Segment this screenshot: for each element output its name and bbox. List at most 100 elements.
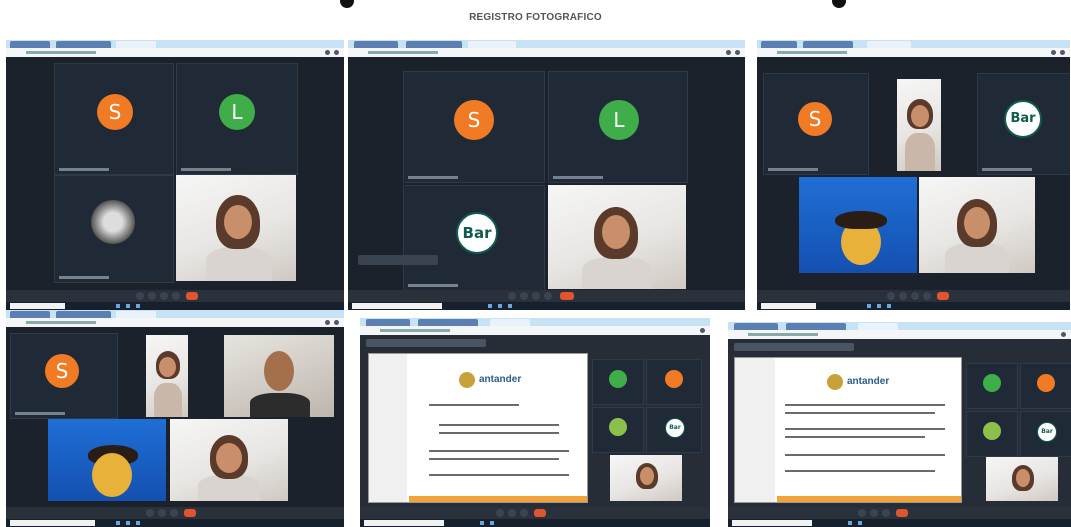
- participant-tile[interactable]: Bar: [403, 185, 545, 291]
- participant-tile[interactable]: S: [10, 333, 118, 419]
- camera-button[interactable]: [887, 292, 895, 300]
- participant-video[interactable]: [146, 335, 188, 417]
- more-button[interactable]: [544, 292, 552, 300]
- camera-button[interactable]: [496, 509, 504, 517]
- participant-tile[interactable]: [592, 407, 644, 453]
- browser-tab-active[interactable]: [468, 41, 516, 48]
- bar-logo-avatar: Bar: [1037, 422, 1057, 442]
- taskbar-search[interactable]: [364, 520, 444, 526]
- participant-tile[interactable]: [1020, 363, 1071, 409]
- screenshot-4: S: [6, 310, 344, 527]
- browser-tab[interactable]: [803, 41, 853, 48]
- mic-button[interactable]: [870, 509, 878, 517]
- meeting-grid: antander Bar: [360, 335, 710, 507]
- meeting-grid: S L Bar: [348, 57, 745, 291]
- participant-tile[interactable]: [966, 363, 1018, 409]
- browser-tab[interactable]: [56, 311, 111, 318]
- browser-tab[interactable]: [418, 319, 478, 326]
- leave-button[interactable]: [534, 509, 546, 517]
- meeting-toolbar: [728, 507, 1071, 519]
- browser-tab-bar: [757, 40, 1070, 48]
- participant-video[interactable]: [48, 419, 166, 501]
- share-button[interactable]: [520, 509, 528, 517]
- browser-tab[interactable]: [734, 323, 778, 330]
- participant-tile[interactable]: Bar: [1020, 411, 1071, 457]
- mic-icon: [340, 0, 354, 8]
- participant-video[interactable]: [548, 185, 686, 289]
- participant-video[interactable]: [224, 335, 334, 417]
- participant-video[interactable]: [170, 419, 288, 501]
- leave-button[interactable]: [560, 292, 574, 300]
- browser-tab-active[interactable]: [858, 323, 898, 330]
- taskbar: [757, 302, 1070, 310]
- taskbar: [360, 519, 710, 527]
- participant-video[interactable]: [176, 175, 296, 281]
- avatar: [609, 370, 627, 388]
- browser-tab[interactable]: [56, 41, 111, 48]
- taskbar-search[interactable]: [732, 520, 812, 526]
- mic-button[interactable]: [899, 292, 907, 300]
- participant-tile[interactable]: [646, 359, 702, 405]
- browser-tab-active[interactable]: [490, 319, 530, 326]
- leave-button[interactable]: [937, 292, 949, 300]
- shared-slide[interactable]: antander: [368, 353, 588, 503]
- camera-button[interactable]: [146, 509, 154, 517]
- share-button[interactable]: [170, 509, 178, 517]
- browser-tab-active[interactable]: [116, 311, 156, 318]
- browser-tab[interactable]: [354, 41, 398, 48]
- participant-tile[interactable]: S: [403, 71, 545, 183]
- participant-tile[interactable]: Bar: [646, 407, 702, 453]
- browser-tab[interactable]: [786, 323, 846, 330]
- leave-button[interactable]: [896, 509, 908, 517]
- more-button[interactable]: [172, 292, 180, 300]
- mic-button[interactable]: [508, 509, 516, 517]
- camera-button[interactable]: [136, 292, 144, 300]
- taskbar: [728, 519, 1071, 527]
- mic-button[interactable]: [520, 292, 528, 300]
- browser-tab-active[interactable]: [867, 41, 911, 48]
- camera-button[interactable]: [508, 292, 516, 300]
- share-button[interactable]: [882, 509, 890, 517]
- participant-tile[interactable]: L: [176, 63, 298, 175]
- participant-tile[interactable]: L: [548, 71, 688, 183]
- mic-button[interactable]: [148, 292, 156, 300]
- taskbar-search[interactable]: [761, 303, 816, 309]
- browser-tab[interactable]: [406, 41, 462, 48]
- meeting-toolbar: [348, 290, 745, 302]
- slide-thumbnails[interactable]: [369, 354, 407, 502]
- participant-tile[interactable]: [54, 175, 174, 283]
- participant-video[interactable]: [919, 177, 1035, 273]
- notification-chip[interactable]: [358, 255, 438, 265]
- shared-slide[interactable]: antander: [734, 357, 962, 503]
- participant-tile[interactable]: [966, 411, 1018, 457]
- meeting-toolbar: [757, 290, 1070, 302]
- share-button[interactable]: [911, 292, 919, 300]
- taskbar-search[interactable]: [10, 303, 65, 309]
- taskbar-search[interactable]: [352, 303, 442, 309]
- slide-thumbnails[interactable]: [735, 358, 775, 502]
- participant-tile[interactable]: Bar: [977, 73, 1070, 175]
- share-button[interactable]: [532, 292, 540, 300]
- browser-tab-active[interactable]: [116, 41, 156, 48]
- participant-video[interactable]: [986, 457, 1058, 501]
- leave-button[interactable]: [186, 292, 198, 300]
- browser-tab[interactable]: [761, 41, 797, 48]
- browser-tab[interactable]: [10, 311, 50, 318]
- avatar: [609, 418, 627, 436]
- mic-button[interactable]: [158, 509, 166, 517]
- leave-button[interactable]: [184, 509, 196, 517]
- browser-tab[interactable]: [10, 41, 50, 48]
- share-button[interactable]: [160, 292, 168, 300]
- participant-tile[interactable]: [592, 359, 644, 405]
- browser-tab[interactable]: [366, 319, 410, 326]
- taskbar-search[interactable]: [10, 520, 95, 526]
- participant-video[interactable]: [610, 455, 682, 501]
- participant-tile[interactable]: S: [763, 73, 869, 175]
- participant-video[interactable]: [897, 79, 941, 171]
- bar-logo-avatar: Bar: [1004, 100, 1042, 138]
- participant-video[interactable]: [799, 177, 917, 273]
- participant-tile[interactable]: S: [54, 63, 174, 175]
- bar-logo-avatar: Bar: [456, 212, 498, 254]
- camera-button[interactable]: [858, 509, 866, 517]
- more-button[interactable]: [923, 292, 931, 300]
